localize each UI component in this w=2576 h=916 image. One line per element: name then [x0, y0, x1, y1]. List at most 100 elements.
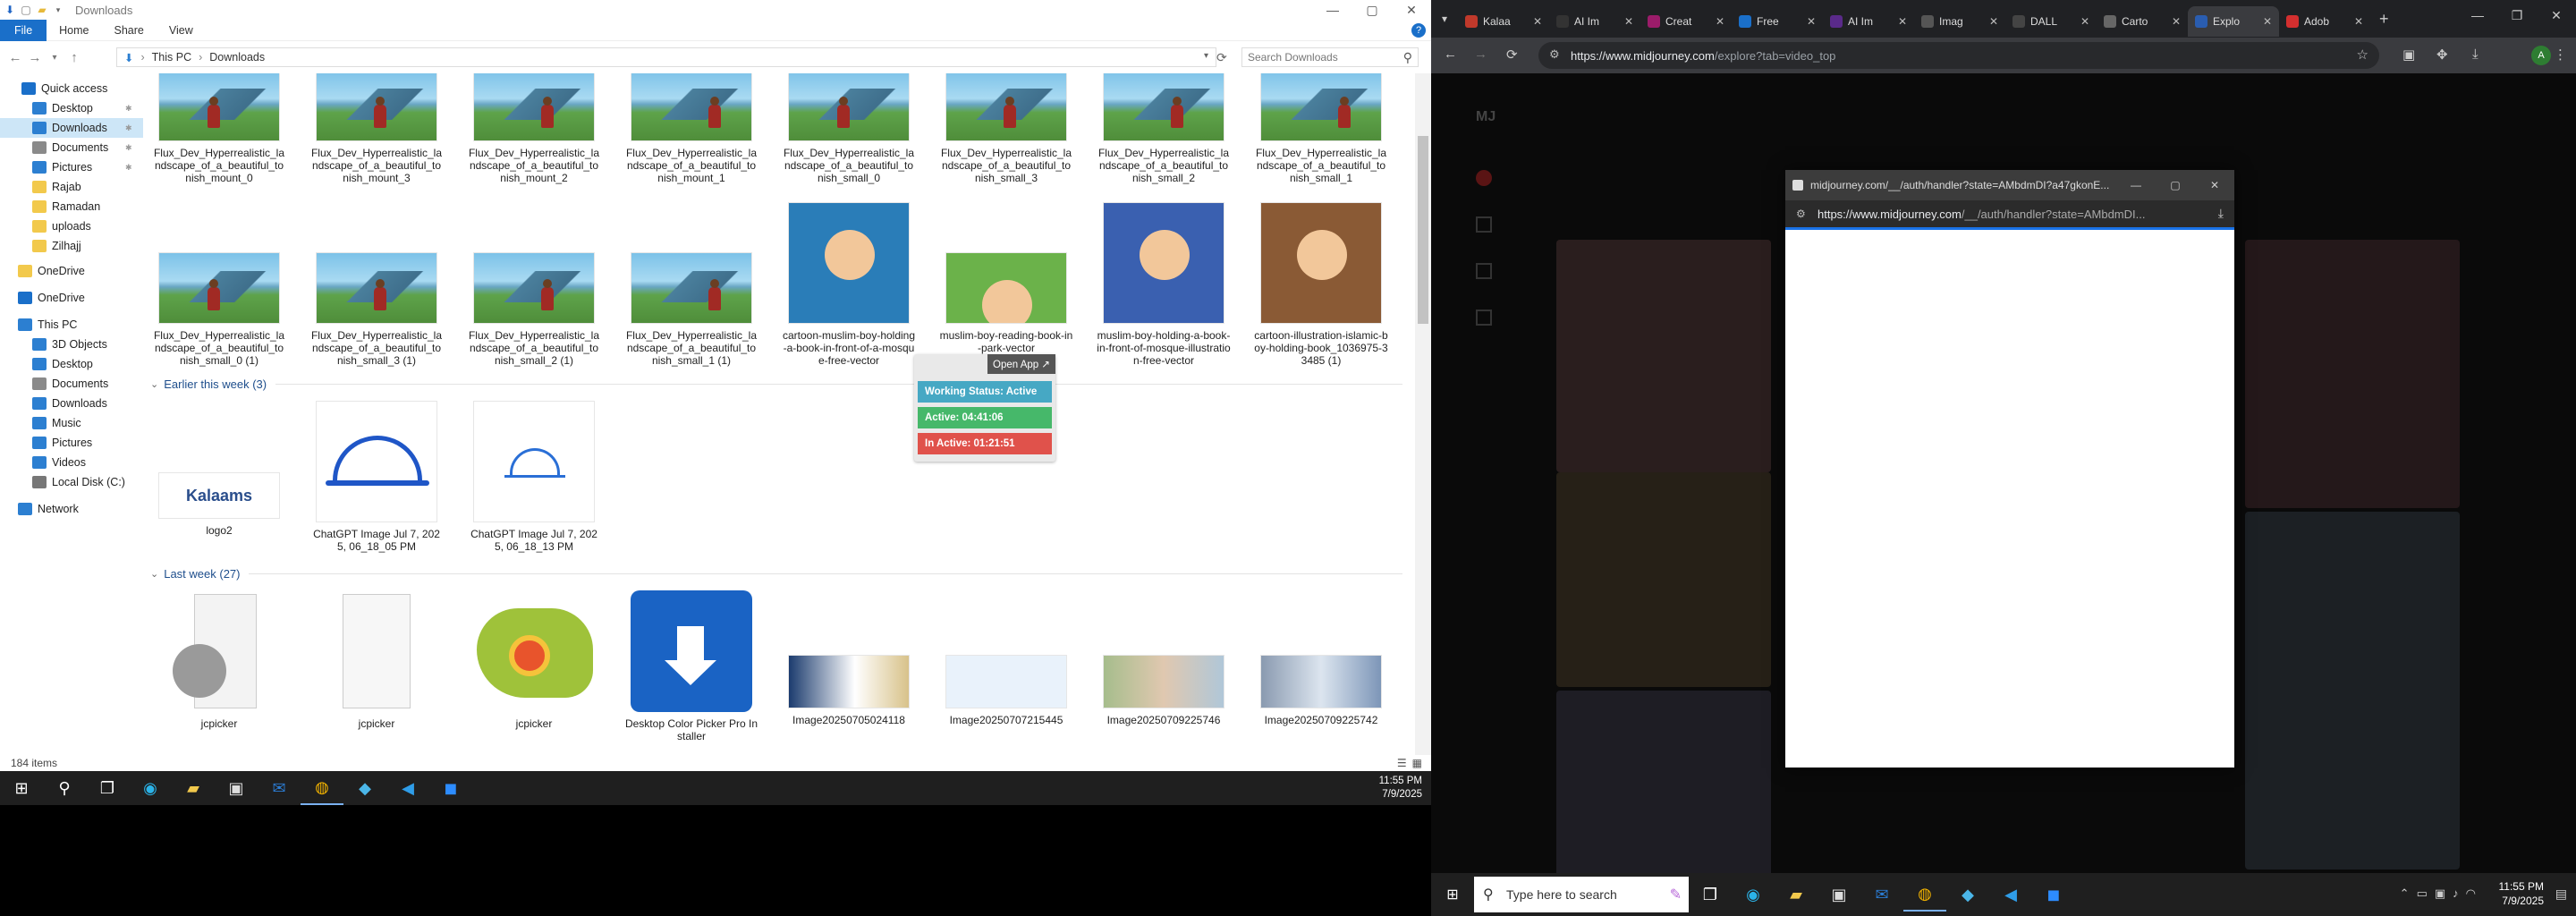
new-tab-button[interactable]: + — [2379, 10, 2389, 29]
file-item[interactable]: Flux_Dev_Hyperrealistic_landscape_of_a_b… — [782, 73, 916, 184]
file-item[interactable]: Flux_Dev_Hyperrealistic_landscape_of_a_b… — [1254, 73, 1388, 184]
clock[interactable]: 11:55 PM 7/9/2025 — [2499, 879, 2544, 908]
edge-icon[interactable]: ◉ — [129, 771, 172, 805]
file-item[interactable]: cartoon-muslim-boy-holding-a-book-in-fro… — [782, 202, 916, 367]
file-item[interactable]: cartoon-illustration-islamic-boy-holding… — [1254, 202, 1388, 367]
tab-close-icon[interactable]: ✕ — [1989, 15, 1998, 28]
minimize-button[interactable]: — — [2116, 170, 2156, 200]
forward-arrow-icon[interactable]: → — [1474, 47, 1487, 62]
file-item[interactable]: Image20250707215445 — [939, 655, 1073, 726]
tab-close-icon[interactable]: ✕ — [1533, 15, 1542, 28]
explore-card[interactable] — [2245, 240, 2460, 508]
file-item[interactable]: Flux_Dev_Hyperrealistic_landscape_of_a_b… — [152, 252, 286, 367]
browser-tab[interactable]: Creat ✕ — [1640, 6, 1732, 37]
file-item[interactable]: Flux_Dev_Hyperrealistic_landscape_of_a_b… — [309, 73, 444, 184]
windows-start-icon[interactable]: ⊞ — [0, 771, 43, 805]
up-arrow-icon[interactable]: ↑ — [64, 47, 84, 67]
address-dropdown-icon[interactable]: ▾ — [1204, 51, 1208, 61]
nav-item[interactable]: Documents ✱ — [0, 138, 143, 157]
back-arrow-icon[interactable]: ← — [5, 47, 25, 67]
vscode-icon[interactable]: ◀ — [1989, 878, 2032, 912]
volume-icon[interactable]: ♪ — [2453, 886, 2459, 901]
nav-item[interactable]: OneDrive — [0, 261, 143, 281]
nav-item[interactable]: uploads — [0, 216, 143, 236]
nav-item[interactable]: Quick access — [0, 79, 143, 98]
nav-item[interactable]: Network — [0, 499, 143, 519]
menu-kebab-icon[interactable]: ⋮ — [2554, 47, 2567, 63]
outlook-icon[interactable]: ✉ — [1860, 878, 1903, 912]
file-item[interactable]: Flux_Dev_Hyperrealistic_landscape_of_a_b… — [467, 73, 601, 184]
recent-dropdown-icon[interactable]: ▾ — [45, 47, 64, 67]
browser-tab[interactable]: DALL ✕ — [2005, 6, 2097, 37]
nav-item[interactable]: Pictures — [0, 433, 143, 453]
nav-item[interactable]: Videos — [0, 453, 143, 472]
maximize-button[interactable]: ▢ — [1352, 0, 1392, 20]
nav-item[interactable]: Downloads — [0, 394, 143, 413]
file-item[interactable]: ChatGPT Image Jul 7, 2025, 06_18_13 PM — [467, 401, 601, 553]
chevron-up-icon[interactable]: ⌃ — [2400, 886, 2410, 901]
close-button[interactable]: ✕ — [2537, 5, 2576, 25]
file-item[interactable]: Flux_Dev_Hyperrealistic_landscape_of_a_b… — [624, 73, 758, 184]
close-button[interactable]: ✕ — [1392, 0, 1431, 20]
file-item[interactable]: muslim-boy-holding-a-book-in-front-of-mo… — [1097, 202, 1231, 367]
explore-card[interactable] — [2245, 512, 2460, 869]
task-view-icon[interactable]: ❐ — [86, 771, 129, 805]
network-icon[interactable]: ▭ — [2417, 886, 2428, 901]
tab-close-icon[interactable]: ✕ — [1716, 15, 1724, 28]
large-icons-view-icon[interactable]: ▦ — [1412, 757, 1422, 769]
reload-icon[interactable]: ⟳ — [1506, 47, 1518, 63]
open-app-button[interactable]: Open App ↗ — [987, 354, 1055, 374]
nav-item[interactable]: Rajab — [0, 177, 143, 197]
browser-tab[interactable]: Carto ✕ — [2097, 6, 2188, 37]
tab-close-icon[interactable]: ✕ — [1898, 15, 1907, 28]
edge-icon[interactable]: ◉ — [1732, 878, 1775, 912]
scrollbar-thumb[interactable] — [1418, 136, 1428, 324]
nav-item[interactable]: Zilhajj — [0, 236, 143, 256]
nav-item[interactable]: Pictures ✱ — [0, 157, 143, 177]
zoom-icon[interactable]: ◼ — [429, 771, 472, 805]
nav-item[interactable]: This PC — [0, 315, 143, 335]
download-arrow-icon[interactable]: ⬇ — [4, 4, 16, 16]
restore-button[interactable]: ❐ — [2497, 5, 2537, 25]
tab-close-icon[interactable]: ✕ — [2263, 15, 2272, 28]
group-header-last-week[interactable]: ⌄ Last week (27) — [150, 567, 1402, 581]
search-input[interactable]: Search Downloads ⚲ — [1241, 47, 1419, 67]
download-icon[interactable]: ⤓ — [2472, 47, 2479, 62]
tab-close-icon[interactable]: ✕ — [2080, 15, 2089, 28]
back-arrow-icon[interactable]: ← — [1444, 47, 1457, 62]
file-item[interactable]: Flux_Dev_Hyperrealistic_landscape_of_a_b… — [309, 252, 444, 367]
tab-share[interactable]: Share — [102, 20, 157, 41]
download-icon[interactable]: ⤓ — [2218, 206, 2224, 221]
file-item[interactable]: Image20250705024118 — [782, 655, 916, 726]
tab-file[interactable]: File — [0, 19, 47, 41]
site-info-icon[interactable]: ⚙ — [1549, 47, 1560, 62]
browser-tab[interactable]: AI Im ✕ — [1549, 6, 1640, 37]
breadcrumb-downloads[interactable]: Downloads — [209, 51, 265, 64]
extensions-puzzle-icon[interactable]: ✥ — [2436, 47, 2448, 63]
bookmark-star-icon[interactable]: ☆ — [2357, 47, 2368, 63]
file-item[interactable]: Desktop Color Picker Pro Installer — [624, 590, 758, 742]
refresh-icon[interactable]: ⟳ — [1216, 50, 1227, 65]
minimize-button[interactable]: — — [2458, 5, 2497, 25]
tab-home[interactable]: Home — [47, 20, 101, 41]
address-bar[interactable]: ⬇ › This PC › Downloads ▾ — [116, 47, 1216, 67]
extension-icon[interactable]: ▣ — [2402, 47, 2415, 63]
profile-avatar[interactable]: A — [2531, 46, 2551, 65]
browser-tab[interactable]: AI Im ✕ — [1823, 6, 1914, 37]
explore-card[interactable] — [1556, 691, 1771, 873]
tab-close-icon[interactable]: ✕ — [1807, 15, 1816, 28]
app-icon[interactable]: ◆ — [343, 771, 386, 805]
file-item[interactable]: ChatGPT Image Jul 7, 2025, 06_18_05 PM — [309, 401, 444, 553]
store-icon[interactable]: ▣ — [215, 771, 258, 805]
minimize-button[interactable]: — — [1313, 0, 1352, 20]
close-button[interactable]: ✕ — [2195, 170, 2234, 200]
forward-arrow-icon[interactable]: → — [25, 47, 45, 67]
display-icon[interactable]: ▣ — [2435, 886, 2445, 901]
vertical-scrollbar[interactable] — [1415, 73, 1431, 755]
tab-close-icon[interactable]: ✕ — [2172, 15, 2181, 28]
group-header-earlier-this-week[interactable]: ⌄ Earlier this week (3) — [150, 377, 1402, 391]
tab-close-icon[interactable]: ✕ — [2354, 15, 2363, 28]
file-item[interactable]: Flux_Dev_Hyperrealistic_landscape_of_a_b… — [1097, 73, 1231, 184]
site-info-icon[interactable]: ⚙ — [1796, 208, 1806, 220]
browser-tab[interactable]: Kalaa ✕ — [1458, 6, 1549, 37]
